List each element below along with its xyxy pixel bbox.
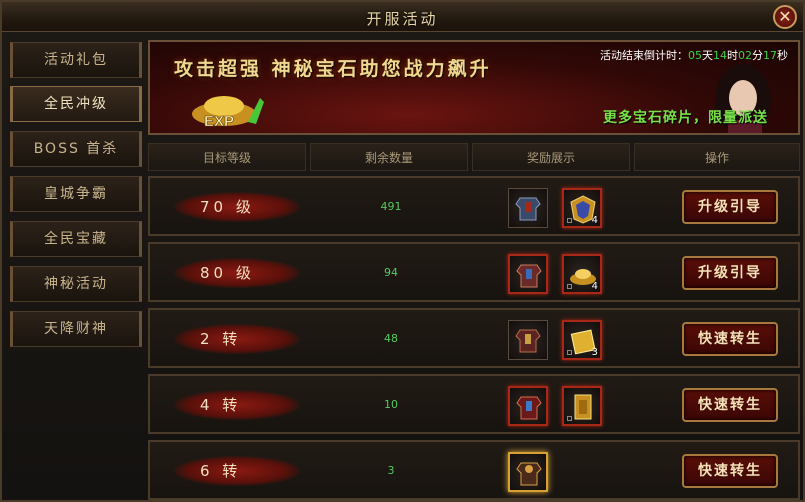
main-panel: 攻击超强 神秘宝石助您战力飙升 活动结束倒计时：05天14时02分17秒 EXP… — [148, 40, 800, 500]
armor-icon — [516, 462, 542, 486]
countdown-prefix: 活动结束倒计时： — [600, 49, 688, 62]
remaining-count: 94 — [384, 266, 398, 279]
banner-headline: 攻击超强 神秘宝石助您战力飙升 — [174, 58, 492, 80]
target-level: 2 转 — [200, 330, 242, 348]
reward-slot-gold-tablet[interactable]: 3 — [562, 320, 602, 360]
table-row: 80 级 94 4 升级引导 — [148, 242, 800, 302]
reward-qty: 4 — [591, 215, 598, 226]
header-remaining: 剩余数量 — [310, 143, 468, 171]
event-banner: 攻击超强 神秘宝石助您战力飙升 活动结束倒计时：05天14时02分17秒 EXP… — [148, 40, 800, 135]
bound-lock-icon — [567, 284, 572, 289]
sidebar: 活动礼包 全民冲级 BOSS 首杀 皇城争霸 全民宝藏 神秘活动 天降财神 — [10, 42, 142, 347]
bound-lock-icon — [567, 416, 572, 421]
target-level: 6 转 — [200, 462, 242, 480]
sidebar-item-god-of-wealth[interactable]: 天降财神 — [10, 311, 142, 347]
reward-slot-armor[interactable] — [508, 254, 548, 294]
table-row: 4 转 10 快速转生 — [148, 374, 800, 434]
reward-slot-armor[interactable] — [508, 386, 548, 426]
close-button[interactable]: ✕ — [773, 5, 797, 29]
quick-rebirth-button[interactable]: 快速转生 — [682, 454, 778, 488]
header-target-level: 目标等级 — [148, 143, 306, 171]
target-level: 80 级 — [200, 264, 255, 282]
sidebar-item-level-rush[interactable]: 全民冲级 — [10, 86, 142, 122]
sidebar-item-mystery-event[interactable]: 神秘活动 — [10, 266, 142, 302]
reward-qty: 4 — [591, 281, 598, 292]
remaining-count: 10 — [384, 398, 398, 411]
header-rewards: 奖励展示 — [472, 143, 630, 171]
header-action: 操作 — [634, 143, 800, 171]
target-level: 70 级 — [200, 198, 255, 216]
armor-icon — [515, 329, 541, 353]
exp-label: EXP — [204, 113, 234, 130]
bound-lock-icon — [567, 350, 572, 355]
window-title: 开服活动 — [366, 10, 439, 28]
remaining-count: 491 — [380, 200, 402, 213]
quick-rebirth-button[interactable]: 快速转生 — [682, 322, 778, 356]
table-row: 6 转 3 快速转生 — [148, 440, 800, 500]
reward-slot-armor[interactable] — [508, 188, 548, 228]
table-row: 70 级 491 4 升级引导 — [148, 176, 800, 236]
title-bar[interactable]: 开服活动 ✕ — [2, 2, 803, 32]
armor-icon — [516, 396, 542, 420]
level-guide-button[interactable]: 升级引导 — [682, 256, 778, 290]
target-level: 4 转 — [200, 396, 242, 414]
exp-ingot-icon: EXP — [192, 96, 264, 130]
reward-qty: 3 — [591, 347, 598, 358]
armor-icon — [515, 197, 541, 221]
table-row: 2 转 48 3 快速转生 — [148, 308, 800, 368]
remaining-count: 3 — [387, 464, 395, 477]
reward-slot-gold-tablet[interactable] — [562, 386, 602, 426]
armor-icon — [516, 264, 542, 288]
sidebar-item-boss-first-kill[interactable]: BOSS 首杀 — [10, 131, 142, 167]
sidebar-item-city-battle[interactable]: 皇城争霸 — [10, 176, 142, 212]
countdown-seconds-unit: 秒 — [777, 49, 788, 62]
bound-lock-icon — [567, 218, 572, 223]
sidebar-item-gift-pack[interactable]: 活动礼包 — [10, 42, 142, 78]
sidebar-item-treasure[interactable]: 全民宝藏 — [10, 221, 142, 257]
reward-slot-shield-badge[interactable]: 4 — [562, 188, 602, 228]
reward-slot-armor[interactable] — [508, 452, 548, 492]
level-guide-button[interactable]: 升级引导 — [682, 190, 778, 224]
reward-slot-armor[interactable] — [508, 320, 548, 360]
quick-rebirth-button[interactable]: 快速转生 — [682, 388, 778, 422]
reward-slot-gold-ingot[interactable]: 4 — [562, 254, 602, 294]
event-window: 开服活动 ✕ 活动礼包 全民冲级 BOSS 首杀 皇城争霸 全民宝藏 神秘活动 … — [0, 0, 805, 502]
promo-text: 更多宝石碎片，限量派送 — [603, 110, 768, 126]
remaining-count: 48 — [384, 332, 398, 345]
table-header: 目标等级 剩余数量 奖励展示 操作 — [148, 143, 800, 171]
